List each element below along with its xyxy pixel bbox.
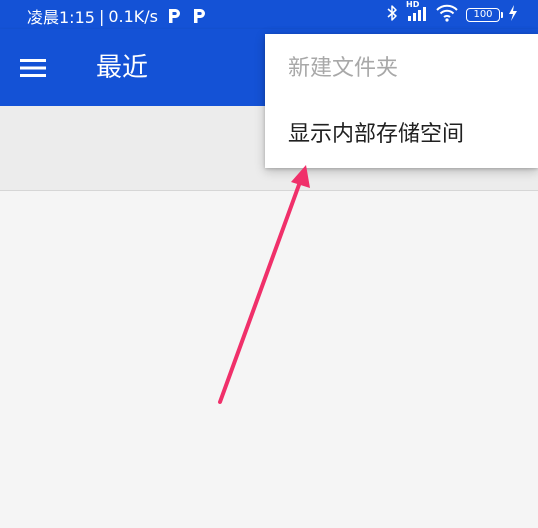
charging-bolt-icon <box>508 5 518 25</box>
status-bar: 凌晨1:15 | 0.1K/s HD 100 <box>0 0 538 29</box>
wifi-icon <box>436 4 458 26</box>
menu-item-show-internal-storage[interactable]: 显示内部存储空间 <box>288 120 464 150</box>
menu-item-new-folder: 新建文件夹 <box>288 56 399 81</box>
status-bar-right: HD 100 <box>378 0 518 26</box>
page-title: 最近 <box>96 53 149 83</box>
p-icon <box>191 7 207 25</box>
network-speed: 0.1K/s <box>108 6 158 26</box>
status-time: 凌晨1:15 <box>27 8 95 27</box>
status-bar-left: 凌晨1:15 | 0.1K/s <box>27 4 216 28</box>
hd-label: HD <box>406 0 420 9</box>
p-icon <box>166 7 182 25</box>
overflow-menu: 新建文件夹 显示内部存储空间 <box>265 34 538 168</box>
battery-icon: 100 <box>466 8 503 22</box>
hamburger-menu-icon <box>20 59 46 77</box>
navigation-menu-button[interactable] <box>14 49 52 87</box>
content-area <box>0 191 538 528</box>
bluetooth-icon <box>386 4 398 26</box>
battery-level: 100 <box>473 9 493 20</box>
hd-signal-icon: HD <box>406 0 428 26</box>
status-separator: | <box>98 6 105 26</box>
